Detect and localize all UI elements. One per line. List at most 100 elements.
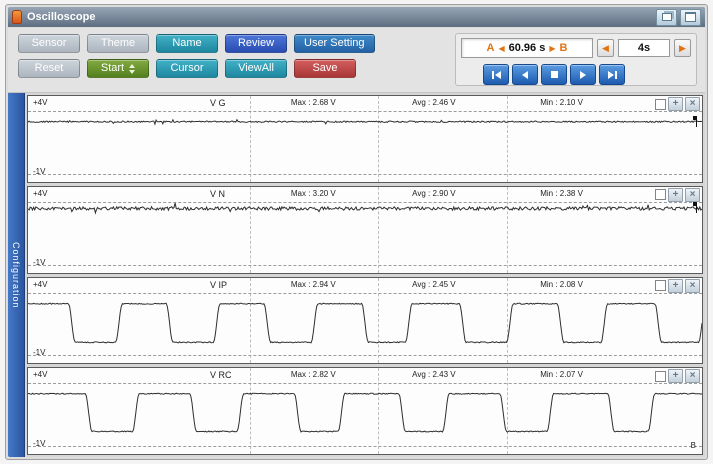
restore-icon bbox=[662, 13, 672, 21]
zoom-button[interactable]: + bbox=[668, 369, 683, 383]
channel-header: +4V V N Max : 3.20 V Avg : 2.90 V Min : … bbox=[28, 188, 702, 201]
close-icon: × bbox=[690, 281, 696, 291]
toolbar: Sensor Theme Name Review User Setting Re… bbox=[8, 28, 705, 93]
viewall-button[interactable]: ViewAll bbox=[225, 59, 287, 78]
waveform-end-marker bbox=[696, 116, 697, 127]
channel-name: V G bbox=[210, 98, 226, 108]
channel-controls: + × bbox=[655, 188, 700, 202]
close-channel-button[interactable]: × bbox=[685, 369, 700, 383]
channel-panel-vip: +4V V IP Max : 2.94 V Avg : 2.45 V Min :… bbox=[27, 277, 703, 365]
viewall-button-label: ViewAll bbox=[238, 59, 274, 78]
bottom-scale-label: -1V bbox=[33, 258, 45, 267]
channel-visibility-checkbox[interactable] bbox=[655, 280, 666, 291]
skip-start-icon bbox=[492, 71, 494, 79]
channel-name: V IP bbox=[210, 280, 227, 290]
channel-name: V N bbox=[210, 189, 225, 199]
max-stat: Max : 3.20 V bbox=[291, 189, 336, 198]
zoom-button[interactable]: + bbox=[668, 188, 683, 202]
cursor-button-label: Cursor bbox=[170, 59, 203, 78]
save-button[interactable]: Save bbox=[294, 59, 356, 78]
app-icon bbox=[12, 10, 22, 24]
elapsed-time-value: 60.96 s bbox=[509, 42, 546, 54]
channel-name: V RC bbox=[210, 370, 232, 380]
close-icon: × bbox=[690, 371, 696, 381]
toolbar-row-2: Reset Start Cursor ViewAll Save bbox=[18, 59, 375, 78]
window-buttons bbox=[656, 9, 701, 26]
close-channel-button[interactable]: × bbox=[685, 279, 700, 293]
timebase-value: 4s bbox=[638, 42, 650, 54]
skip-end-icon-bar bbox=[615, 71, 617, 79]
skip-start-button[interactable] bbox=[483, 64, 509, 85]
max-stat: Max : 2.68 V bbox=[291, 98, 336, 107]
plus-icon: + bbox=[673, 281, 679, 291]
time-display-row: A ◀ 60.96 s ▶ B ◀ 4s ▶ bbox=[461, 38, 691, 58]
stop-button[interactable] bbox=[541, 64, 567, 85]
skip-end-button[interactable] bbox=[599, 64, 625, 85]
channel-panel-vg: +4V V G Max : 2.68 V Avg : 2.46 V Min : … bbox=[27, 95, 703, 183]
ab-time-display: A ◀ 60.96 s ▶ B bbox=[461, 38, 593, 58]
cursor-b-label[interactable]: B bbox=[560, 42, 568, 54]
min-stat: Min : 2.38 V bbox=[540, 189, 583, 198]
close-channel-button[interactable]: × bbox=[685, 97, 700, 111]
maximize-icon bbox=[685, 12, 696, 22]
stop-icon bbox=[551, 71, 558, 78]
skip-end-icon bbox=[608, 71, 614, 79]
bottom-scale-label: -1V bbox=[33, 348, 45, 357]
min-stat: Min : 2.08 V bbox=[540, 280, 583, 289]
timebase-increase-button[interactable]: ▶ bbox=[674, 39, 691, 57]
theme-button[interactable]: Theme bbox=[87, 34, 149, 53]
user-setting-button[interactable]: User Setting bbox=[294, 34, 375, 53]
sensor-button-label: Sensor bbox=[32, 34, 67, 53]
cursor-a-arrow-icon: ◀ bbox=[498, 44, 504, 53]
waveform-end-marker bbox=[696, 202, 697, 213]
user-setting-button-label: User Setting bbox=[304, 34, 365, 53]
reset-button[interactable]: Reset bbox=[18, 59, 80, 78]
marker-b-label: B bbox=[691, 441, 696, 450]
channel-visibility-checkbox[interactable] bbox=[655, 99, 666, 110]
save-button-label: Save bbox=[312, 59, 337, 78]
maximize-button[interactable] bbox=[680, 9, 701, 26]
step-forward-button[interactable] bbox=[570, 64, 596, 85]
skip-start-icon-triangle bbox=[495, 71, 501, 79]
title-bar: Oscilloscope bbox=[8, 7, 705, 27]
step-forward-icon bbox=[580, 71, 586, 79]
avg-stat: Avg : 2.43 V bbox=[412, 370, 455, 379]
min-stat: Min : 2.07 V bbox=[540, 370, 583, 379]
close-channel-button[interactable]: × bbox=[685, 188, 700, 202]
plus-icon: + bbox=[673, 371, 679, 381]
channel-header: +4V V RC Max : 2.82 V Avg : 2.43 V Min :… bbox=[28, 369, 702, 382]
cursor-b-arrow-icon: ▶ bbox=[549, 44, 555, 53]
left-triangle-icon: ◀ bbox=[602, 43, 609, 54]
right-triangle-icon: ▶ bbox=[679, 43, 686, 54]
top-scale-label: +4V bbox=[33, 189, 47, 198]
avg-stat: Avg : 2.45 V bbox=[412, 280, 455, 289]
toolbar-buttons: Sensor Theme Name Review User Setting Re… bbox=[18, 34, 375, 78]
channel-list: +4V V G Max : 2.68 V Avg : 2.46 V Min : … bbox=[25, 93, 705, 457]
start-button-label: Start bbox=[101, 59, 124, 78]
start-spinner-icon bbox=[129, 64, 135, 74]
toolbar-row-1: Sensor Theme Name Review User Setting bbox=[18, 34, 375, 53]
channel-controls: + × bbox=[655, 369, 700, 383]
max-stat: Max : 2.94 V bbox=[291, 280, 336, 289]
start-button[interactable]: Start bbox=[87, 59, 149, 78]
review-button[interactable]: Review bbox=[225, 34, 287, 53]
plus-icon: + bbox=[673, 99, 679, 109]
name-button[interactable]: Name bbox=[156, 34, 218, 53]
cursor-button[interactable]: Cursor bbox=[156, 59, 218, 78]
name-button-label: Name bbox=[172, 34, 201, 53]
reset-button-label: Reset bbox=[35, 59, 64, 78]
timebase-select[interactable]: 4s bbox=[618, 39, 670, 57]
channel-visibility-checkbox[interactable] bbox=[655, 371, 666, 382]
step-back-button[interactable] bbox=[512, 64, 538, 85]
zoom-button[interactable]: + bbox=[668, 279, 683, 293]
sensor-button[interactable]: Sensor bbox=[18, 34, 80, 53]
channel-visibility-checkbox[interactable] bbox=[655, 189, 666, 200]
cursor-a-label[interactable]: A bbox=[487, 42, 495, 54]
configuration-tab[interactable]: Configuration bbox=[8, 93, 25, 457]
cascade-windows-button[interactable] bbox=[656, 9, 677, 26]
zoom-button[interactable]: + bbox=[668, 97, 683, 111]
timebase-decrease-button[interactable]: ◀ bbox=[597, 39, 614, 57]
step-back-icon bbox=[522, 71, 528, 79]
time-control-group: A ◀ 60.96 s ▶ B ◀ 4s ▶ bbox=[455, 33, 697, 86]
min-stat: Min : 2.10 V bbox=[540, 98, 583, 107]
